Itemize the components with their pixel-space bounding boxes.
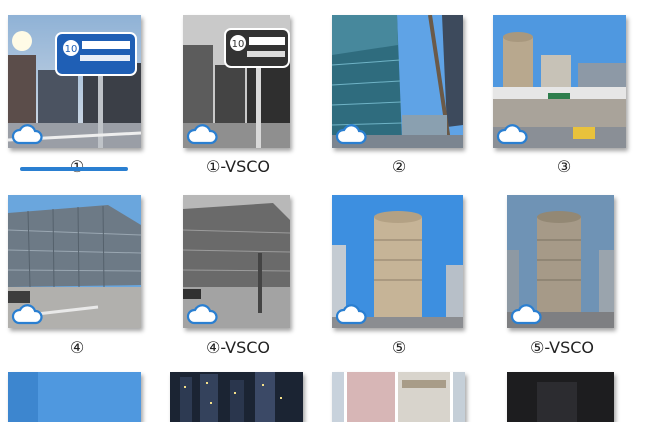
photo-thumbnail[interactable] [8, 195, 141, 328]
photo-thumbnail[interactable] [170, 372, 303, 422]
photo-thumbnail[interactable] [332, 372, 465, 422]
photo-thumbnail[interactable] [507, 372, 614, 422]
photo-label: ② [391, 157, 407, 176]
cloud-icon [186, 124, 218, 145]
cloud-icon [11, 124, 43, 145]
photo-thumbnail[interactable] [332, 15, 463, 148]
svg-text:10: 10 [65, 44, 78, 55]
photo-label: ⑤ [391, 338, 407, 357]
svg-text:10: 10 [232, 39, 245, 50]
photo-label: ⑤-VSCO [529, 338, 595, 357]
photo-thumbnail[interactable] [493, 15, 626, 148]
photo-thumbnail[interactable]: 10 [183, 15, 290, 148]
photo-thumbnail[interactable]: 10 [8, 15, 141, 148]
cloud-icon [11, 304, 43, 325]
photo-thumbnail[interactable] [332, 195, 463, 328]
photo-thumbnail[interactable] [183, 195, 290, 328]
photo-thumbnail[interactable] [507, 195, 614, 328]
photo-label: ④ [69, 338, 85, 357]
cloud-icon [496, 124, 528, 145]
cloud-icon [186, 304, 218, 325]
photo-label: ③ [556, 157, 572, 176]
selection-underline [20, 167, 128, 171]
cloud-icon [335, 124, 367, 145]
photo-label: ①-VSCO [205, 157, 271, 176]
cloud-icon [335, 304, 367, 325]
photo-thumbnail[interactable] [8, 372, 141, 422]
cloud-icon [510, 304, 542, 325]
photo-label: ④-VSCO [205, 338, 271, 357]
